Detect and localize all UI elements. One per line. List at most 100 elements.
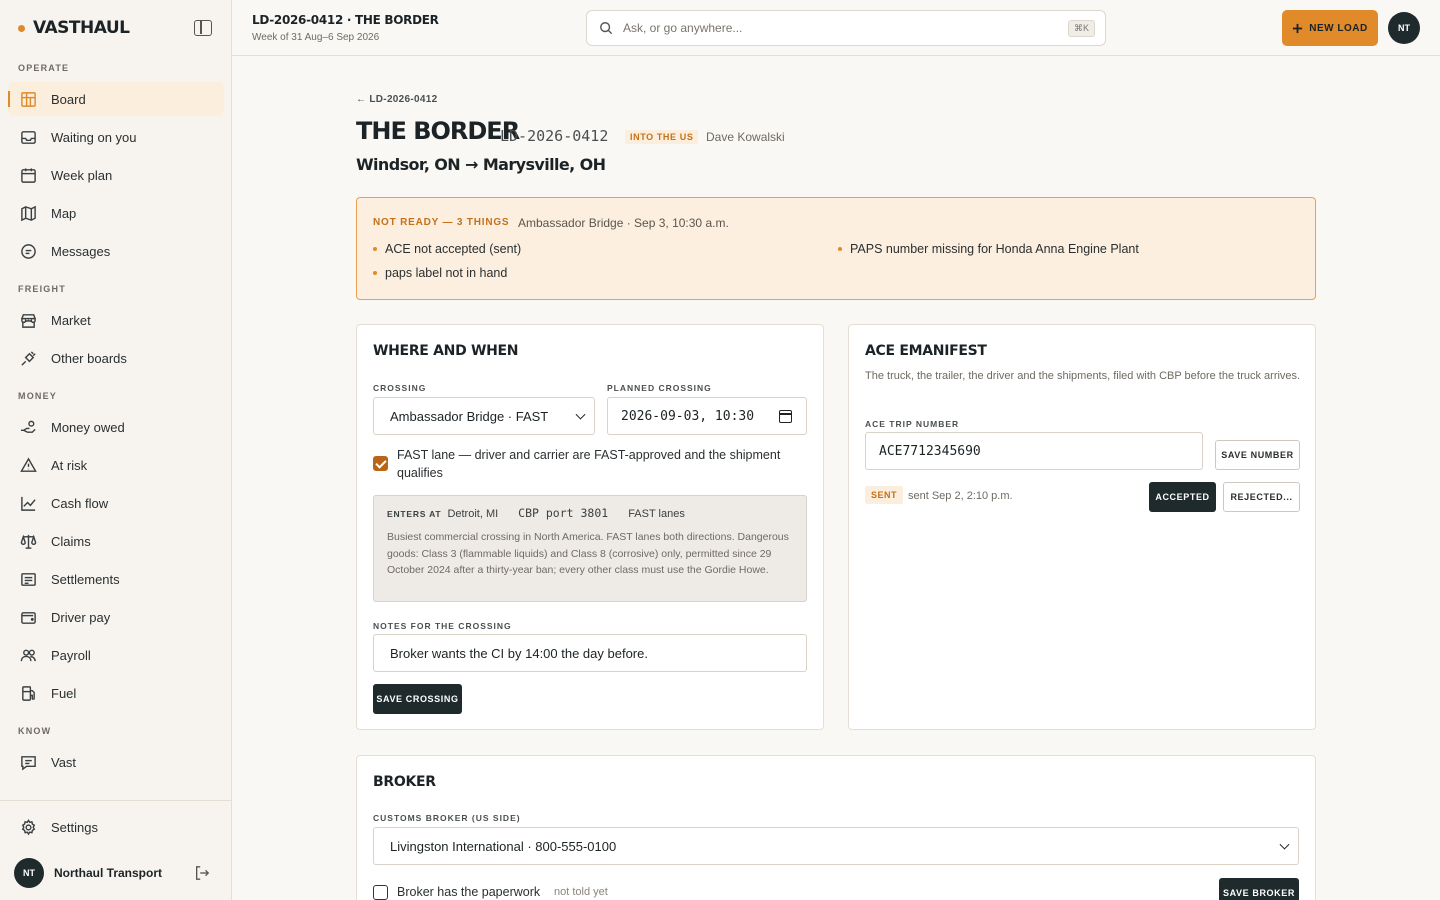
cbp-port: CBP port 3801 [518, 506, 609, 520]
org-switcher[interactable]: NT Northaul Transport [14, 858, 162, 888]
alert-heading: NOT READY — 3 THINGS [373, 217, 510, 228]
fast-lane-checkbox[interactable] [373, 456, 388, 471]
alert-item: ACE not accepted (sent) [373, 242, 521, 256]
ace-trip-label: ACE TRIP NUMBER [865, 419, 960, 429]
sidebar-item-settings[interactable]: Settings [8, 810, 224, 844]
notes-label: NOTES FOR THE CROSSING [373, 621, 512, 631]
sidebar-item-label: Payroll [51, 647, 91, 663]
sidebar-item-other-boards[interactable]: Other boards [8, 341, 224, 375]
hand-coins-icon [19, 418, 37, 436]
alert-crossing-time: Ambassador Bridge · Sep 3, 10:30 a.m. [518, 216, 729, 230]
sidebar-item-label: Settlements [51, 571, 120, 587]
sidebar-item-market[interactable]: Market [8, 303, 224, 337]
crossing-select[interactable]: Ambassador Bridge · FAST [373, 397, 595, 435]
sidebar-item-label: At risk [51, 457, 88, 473]
users-icon [19, 646, 37, 664]
chevron-down-icon [1279, 839, 1290, 850]
sidebar-item-claims[interactable]: Claims [8, 524, 224, 558]
sidebar-item-money-owed[interactable]: Money owed [8, 410, 224, 444]
crossing-notes-input[interactable]: Broker wants the CI by 14:00 the day bef… [373, 634, 807, 672]
save-crossing-button[interactable]: SAVE CROSSING [373, 684, 462, 714]
sidebar-item-payroll[interactable]: Payroll [8, 638, 224, 672]
bullet-icon [838, 247, 842, 251]
save-broker-button[interactable]: SAVE BROKER [1219, 878, 1299, 900]
sidebar-item-label: Board [51, 91, 86, 107]
fast-lane-label: FAST lane — driver and carrier are FAST-… [397, 448, 781, 480]
gear-icon [19, 818, 37, 836]
sidebar: VASTHAUL OPERATE Board Waiting on you We… [0, 0, 232, 900]
logout-icon[interactable] [194, 865, 212, 883]
status-text: sent Sep 2, 2:10 p.m. [908, 490, 1013, 502]
back-link[interactable]: ← LD-2026-0412 [356, 94, 437, 105]
planned-crossing-input[interactable]: 2026-09-03, 10:30 [607, 397, 807, 435]
rejected-button[interactable]: REJECTED... [1223, 482, 1300, 512]
sidebar-item-cash-flow[interactable]: Cash flow [8, 486, 224, 520]
sidebar-item-waiting[interactable]: Waiting on you [8, 120, 224, 154]
customs-broker-value: Livingston International · 800-555-0100 [390, 838, 617, 854]
brand-name: VASTHAUL [33, 18, 130, 38]
planned-crossing-value: 2026-09-03, 10:30 [621, 408, 755, 424]
sidebar-item-label: Market [51, 312, 91, 328]
customs-broker-select[interactable]: Livingston International · 800-555-0100 [373, 827, 1299, 865]
sidebar-item-label: Fuel [51, 685, 77, 701]
port-lanes: FAST lanes [628, 508, 685, 520]
customs-broker-label: CUSTOMS BROKER (US SIDE) [373, 813, 521, 823]
org-avatar: NT [14, 858, 44, 888]
board-icon [19, 90, 37, 108]
ace-emanifest-card: ACE EMANIFEST The truck, the trailer, th… [848, 324, 1316, 730]
paperwork-status: not told yet [554, 886, 608, 898]
search-input[interactable]: Ask, or go anywhere... ⌘K [586, 10, 1106, 46]
calendar-icon [19, 166, 37, 184]
sidebar-item-label: Settings [51, 819, 98, 835]
sidebar-item-fuel[interactable]: Fuel [8, 676, 224, 710]
alert-item: PAPS number missing for Honda Anna Engin… [838, 242, 1139, 256]
sidebar-item-label: Driver pay [51, 609, 111, 625]
top-bar: LD-2026-0412 · THE BORDER Week of 31 Aug… [232, 0, 1440, 56]
port-info-panel: ENTERS AT Detroit, MI CBP port 3801 FAST… [373, 495, 807, 602]
user-avatar[interactable]: NT [1388, 12, 1420, 44]
fuel-icon [19, 684, 37, 702]
card-title: WHERE AND WHEN [373, 343, 519, 359]
sidebar-item-settlements[interactable]: Settlements [8, 562, 224, 596]
readiness-alert: NOT READY — 3 THINGS Ambassador Bridge ·… [356, 197, 1316, 300]
driver-name[interactable]: Dave Kowalski [706, 130, 785, 144]
ace-trip-number-value: ACE7712345690 [879, 443, 981, 459]
page-header-subtitle: Week of 31 Aug–6 Sep 2026 [252, 32, 380, 43]
sidebar-item-week-plan[interactable]: Week plan [8, 158, 224, 192]
sidebar-item-driver-pay[interactable]: Driver pay [8, 600, 224, 634]
bullet-icon [373, 271, 377, 275]
search-shortcut: ⌘K [1067, 20, 1095, 37]
sidebar-item-at-risk[interactable]: At risk [8, 448, 224, 482]
brand-logo[interactable]: VASTHAUL [18, 18, 130, 38]
new-load-button[interactable]: NEW LOAD [1282, 10, 1378, 46]
sidebar-item-vast[interactable]: Vast [8, 745, 224, 779]
calendar-icon[interactable] [779, 410, 792, 423]
alert-item-text: paps label not in hand [385, 266, 508, 280]
chevron-down-icon [575, 409, 586, 420]
bullet-icon [373, 247, 377, 251]
search-icon [600, 22, 613, 35]
ace-trip-number-input[interactable]: ACE7712345690 [865, 432, 1203, 470]
accepted-button[interactable]: ACCEPTED [1149, 482, 1216, 512]
route: Windsor, ON → Marysville, OH [356, 155, 606, 174]
plus-icon [1293, 23, 1303, 33]
map-icon [19, 204, 37, 222]
alert-item: paps label not in hand [373, 266, 507, 280]
org-name: Northaul Transport [54, 866, 163, 880]
alert-item-text: PAPS number missing for Honda Anna Engin… [850, 242, 1139, 256]
sidebar-collapse-icon[interactable] [194, 20, 212, 36]
store-icon [19, 311, 37, 329]
sidebar-item-map[interactable]: Map [8, 196, 224, 230]
card-title: BROKER [373, 774, 436, 790]
chat-icon [19, 753, 37, 771]
receipt-icon [19, 570, 37, 588]
sidebar-item-board[interactable]: Board [8, 82, 224, 116]
paperwork-checkbox[interactable] [373, 885, 388, 900]
inbox-icon [19, 128, 37, 146]
crossing-label: CROSSING [373, 383, 427, 393]
save-number-button[interactable]: SAVE NUMBER [1215, 440, 1300, 470]
sidebar-item-messages[interactable]: Messages [8, 234, 224, 268]
sidebar-item-label: Money owed [51, 419, 125, 435]
direction-badge: INTO THE US [625, 130, 699, 144]
broker-card: BROKER CUSTOMS BROKER (US SIDE) Livingst… [356, 755, 1316, 900]
